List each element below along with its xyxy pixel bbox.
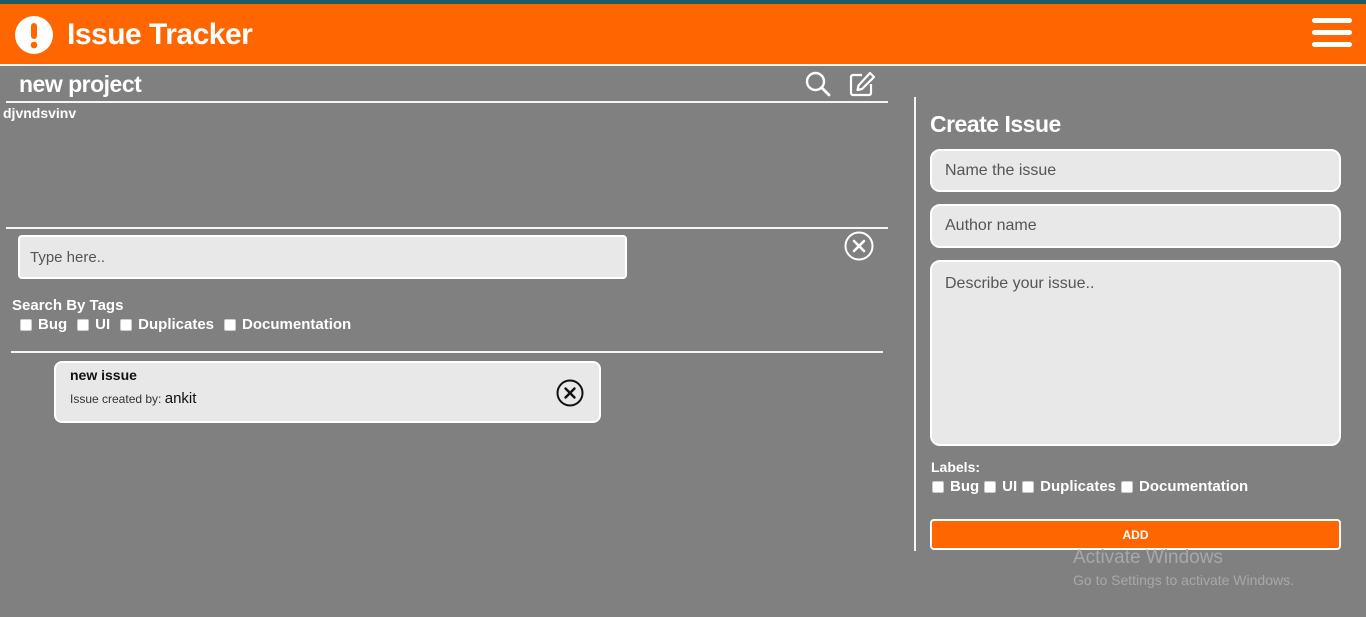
filter-checkbox-duplicates[interactable] — [120, 318, 133, 331]
label-documentation[interactable]: Documentation — [1121, 478, 1248, 495]
project-title: new project — [19, 71, 142, 97]
app-header: Issue Tracker — [0, 4, 1366, 64]
project-description: djvndsvinv — [3, 105, 77, 121]
labels-title: Labels: — [931, 459, 981, 475]
header-divider — [0, 64, 1366, 66]
filter-tag-ui[interactable]: UI — [77, 316, 110, 333]
panel-divider — [914, 97, 916, 551]
filter-divider — [11, 351, 883, 353]
issue-labels: Bug UI Duplicates Documentation — [932, 478, 1253, 495]
edit-icon[interactable] — [849, 71, 876, 97]
label-checkbox-duplicates[interactable] — [1022, 480, 1035, 493]
author-name-field[interactable] — [930, 204, 1341, 248]
filter-checkbox-documentation[interactable] — [224, 318, 237, 331]
label-checkbox-documentation[interactable] — [1121, 480, 1134, 493]
search-input[interactable] — [18, 235, 627, 279]
filter-checkbox-bug[interactable] — [20, 318, 32, 331]
exclamation-circle-icon — [15, 16, 53, 54]
watermark-title: Activate Windows — [1073, 547, 1223, 568]
hamburger-menu-icon[interactable] — [1312, 18, 1352, 52]
label-duplicates[interactable]: Duplicates — [1022, 478, 1116, 495]
label-ui[interactable]: UI — [984, 478, 1017, 495]
issue-title: new issue — [70, 367, 137, 383]
issue-meta: Issue created by: ankit — [70, 390, 196, 407]
filter-checkbox-ui[interactable] — [77, 318, 90, 331]
project-title-divider — [6, 101, 888, 103]
filter-tag-bug[interactable]: Bug — [20, 316, 67, 333]
issue-description-field[interactable] — [930, 260, 1341, 446]
app-title: Issue Tracker — [67, 18, 253, 51]
description-divider — [6, 227, 888, 229]
label-checkbox-bug[interactable] — [932, 480, 944, 493]
label-checkbox-ui[interactable] — [984, 480, 997, 493]
issue-name-field[interactable] — [930, 149, 1341, 192]
watermark-subtitle: Go to Settings to activate Windows. — [1073, 572, 1294, 588]
create-issue-title: Create Issue — [930, 111, 1061, 137]
issue-author: ankit — [164, 390, 197, 407]
close-circle-icon[interactable] — [844, 231, 874, 261]
search-icon[interactable] — [805, 71, 831, 97]
add-issue-button[interactable]: ADD — [930, 519, 1341, 550]
filter-tags: Bug UI Duplicates Documentation — [20, 316, 361, 333]
label-bug[interactable]: Bug — [932, 478, 979, 495]
issue-card[interactable]: new issue Issue created by: ankit — [54, 361, 601, 423]
close-circle-icon[interactable] — [556, 379, 584, 407]
issue-created-by-label: Issue created by: — [70, 392, 162, 406]
search-by-tags-title: Search By Tags — [12, 297, 124, 314]
filter-tag-duplicates[interactable]: Duplicates — [120, 316, 214, 333]
filter-tag-documentation[interactable]: Documentation — [224, 316, 351, 333]
